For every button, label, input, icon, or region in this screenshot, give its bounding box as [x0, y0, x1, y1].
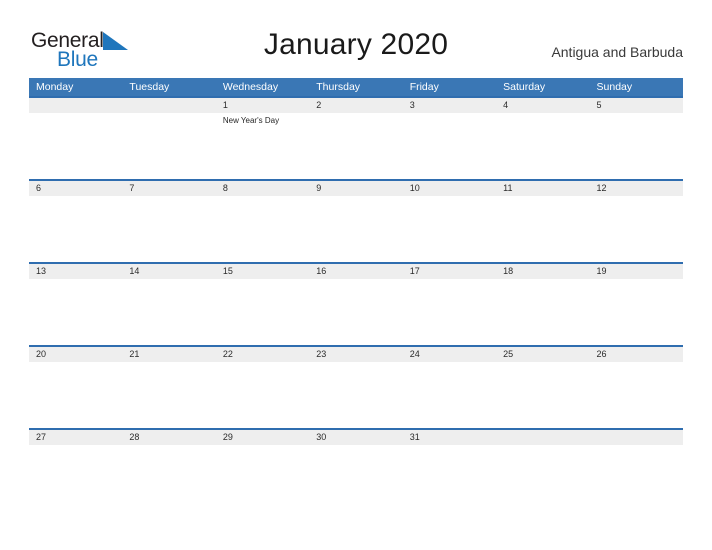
day-cell[interactable] — [122, 196, 215, 262]
day-number[interactable]: 9 — [309, 181, 402, 196]
weekday-header-monday: Monday — [36, 81, 74, 93]
week-date-band: 6 7 8 9 10 11 12 — [29, 181, 683, 196]
week-row: 1 2 3 4 5 New Year's Day — [29, 96, 683, 179]
day-cell[interactable] — [496, 445, 589, 511]
calendar-grid: Monday Tuesday Wednesday Thursday Friday… — [29, 78, 683, 511]
day-cell[interactable] — [496, 196, 589, 262]
day-cell[interactable] — [590, 445, 683, 511]
day-number[interactable]: 1 — [216, 98, 309, 113]
day-cell[interactable] — [216, 279, 309, 345]
week-date-band: 20 21 22 23 24 25 26 — [29, 347, 683, 362]
week-row: 20 21 22 23 24 25 26 — [29, 345, 683, 428]
day-number[interactable]: 11 — [496, 181, 589, 196]
day-number[interactable] — [122, 98, 215, 113]
day-cell[interactable] — [403, 196, 496, 262]
day-number[interactable]: 20 — [29, 347, 122, 362]
day-cell[interactable] — [496, 362, 589, 428]
week-body: New Year's Day — [29, 113, 683, 179]
day-cell[interactable] — [309, 113, 402, 179]
day-number[interactable]: 25 — [496, 347, 589, 362]
day-cell[interactable] — [122, 279, 215, 345]
day-number[interactable]: 12 — [590, 181, 683, 196]
week-date-band: 1 2 3 4 5 — [29, 98, 683, 113]
weekday-header-wednesday: Wednesday — [222, 81, 279, 93]
day-cell[interactable] — [216, 362, 309, 428]
day-number[interactable]: 15 — [216, 264, 309, 279]
day-cell[interactable] — [309, 445, 402, 511]
day-number[interactable]: 29 — [216, 430, 309, 445]
day-cell[interactable] — [29, 279, 122, 345]
day-number[interactable] — [590, 430, 683, 445]
day-number[interactable]: 18 — [496, 264, 589, 279]
locale-label: Antigua and Barbuda — [551, 44, 683, 60]
day-cell[interactable] — [590, 362, 683, 428]
day-number[interactable]: 17 — [403, 264, 496, 279]
day-cell[interactable] — [403, 445, 496, 511]
day-number[interactable]: 30 — [309, 430, 402, 445]
day-cell[interactable] — [496, 279, 589, 345]
day-cell[interactable] — [590, 113, 683, 179]
weekday-header-thursday: Thursday — [316, 81, 361, 93]
day-cell[interactable] — [216, 196, 309, 262]
event-label: New Year's Day — [222, 116, 280, 125]
day-number[interactable] — [496, 430, 589, 445]
day-cell[interactable] — [29, 113, 122, 179]
day-cell[interactable] — [216, 445, 309, 511]
day-number[interactable]: 4 — [496, 98, 589, 113]
weekday-header-tuesday: Tuesday — [129, 81, 170, 93]
day-cell[interactable] — [590, 196, 683, 262]
day-number[interactable]: 8 — [216, 181, 309, 196]
day-cell[interactable] — [403, 113, 496, 179]
week-row: 27 28 29 30 31 — [29, 428, 683, 511]
day-cell[interactable] — [309, 196, 402, 262]
day-number[interactable]: 16 — [309, 264, 402, 279]
day-cell[interactable] — [590, 279, 683, 345]
day-number[interactable]: 13 — [29, 264, 122, 279]
week-body — [29, 362, 683, 428]
day-cell[interactable] — [403, 362, 496, 428]
week-row: 13 14 15 16 17 18 19 — [29, 262, 683, 345]
day-number[interactable]: 6 — [29, 181, 122, 196]
day-number[interactable]: 3 — [403, 98, 496, 113]
day-number[interactable]: 5 — [590, 98, 683, 113]
weekday-header-row: Monday Tuesday Wednesday Thursday Friday… — [29, 78, 683, 96]
day-number[interactable]: 21 — [122, 347, 215, 362]
day-cell[interactable] — [122, 113, 215, 179]
day-cell[interactable] — [29, 445, 122, 511]
week-row: 6 7 8 9 10 11 12 — [29, 179, 683, 262]
day-number[interactable]: 2 — [309, 98, 402, 113]
day-cell[interactable] — [122, 445, 215, 511]
day-number[interactable]: 7 — [122, 181, 215, 196]
week-date-band: 13 14 15 16 17 18 19 — [29, 264, 683, 279]
day-cell[interactable] — [309, 362, 402, 428]
day-number[interactable]: 23 — [309, 347, 402, 362]
day-number[interactable]: 26 — [590, 347, 683, 362]
day-cell[interactable]: New Year's Day — [216, 113, 309, 179]
week-body — [29, 196, 683, 262]
day-number[interactable]: 24 — [403, 347, 496, 362]
day-number[interactable]: 22 — [216, 347, 309, 362]
day-number[interactable]: 28 — [122, 430, 215, 445]
day-cell[interactable] — [496, 113, 589, 179]
day-number[interactable]: 31 — [403, 430, 496, 445]
day-cell[interactable] — [29, 362, 122, 428]
day-number[interactable]: 27 — [29, 430, 122, 445]
weekday-header-sunday: Sunday — [596, 81, 633, 93]
day-cell[interactable] — [309, 279, 402, 345]
day-cell[interactable] — [122, 362, 215, 428]
week-body — [29, 279, 683, 345]
week-date-band: 27 28 29 30 31 — [29, 430, 683, 445]
day-number[interactable]: 10 — [403, 181, 496, 196]
day-number[interactable]: 14 — [122, 264, 215, 279]
weekday-header-saturday: Saturday — [503, 81, 546, 93]
weekday-header-friday: Friday — [409, 81, 439, 93]
day-number[interactable]: 19 — [590, 264, 683, 279]
week-body — [29, 445, 683, 511]
day-cell[interactable] — [29, 196, 122, 262]
page-header: General Blue January 2020 Antigua and Ba… — [0, 0, 712, 78]
day-cell[interactable] — [403, 279, 496, 345]
day-number[interactable] — [29, 98, 122, 113]
